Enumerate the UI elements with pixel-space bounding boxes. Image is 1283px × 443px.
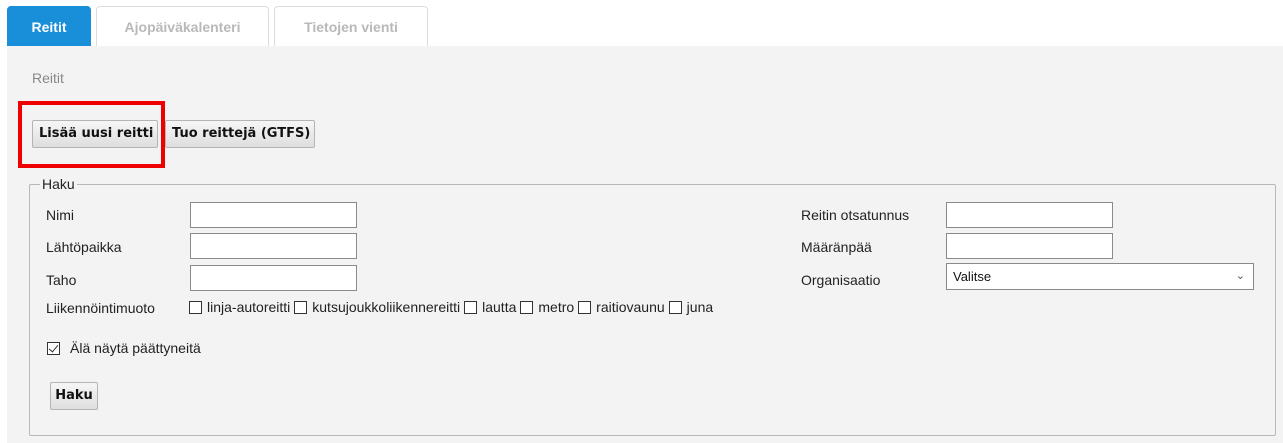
checkbox-metro[interactable]: [520, 300, 534, 314]
mode-label-linja-autoreitti: linja-autoreitti: [207, 299, 291, 315]
organisation-label: Organisaatio: [801, 272, 881, 288]
transport-mode-label: Liikennöintimuoto: [46, 300, 155, 316]
origin-input[interactable]: [190, 233, 357, 259]
mode-label-juna: juna: [686, 299, 714, 315]
search-legend: Haku: [40, 175, 77, 193]
checkbox-raitiovaunu[interactable]: [578, 300, 592, 314]
add-route-button[interactable]: Lisää uusi reitti: [32, 120, 158, 148]
party-label: Taho: [46, 272, 77, 288]
organisation-select[interactable]: Valitse ⌄: [946, 263, 1254, 290]
route-header-label: Reitin otsatunnus: [801, 207, 910, 223]
name-input[interactable]: [190, 202, 357, 228]
hide-ended-label: Älä näytä päättyneitä: [70, 340, 201, 356]
checkbox-juna[interactable]: [668, 300, 682, 314]
tab-tietojen-vienti[interactable]: Tietojen vienti: [274, 6, 428, 46]
hide-ended-checkbox[interactable]: [47, 341, 60, 355]
tab-ajopaivakalenteri[interactable]: Ajopäiväkalenteri: [96, 6, 269, 46]
checkbox-linja-autoreitti[interactable]: [189, 300, 202, 314]
checkbox-kutsujoukkoliikennereitti[interactable]: [294, 300, 308, 314]
name-label: Nimi: [46, 207, 74, 223]
destination-input[interactable]: [946, 233, 1113, 259]
mode-label-raitiovaunu: raitiovaunu: [596, 299, 665, 315]
organisation-selected-value: Valitse: [953, 269, 992, 284]
destination-label: Määränpää: [801, 239, 872, 255]
mode-label-metro: metro: [538, 299, 575, 315]
mode-label-kutsujoukkoliikennereitti: kutsujoukkoliikennereitti: [312, 299, 461, 315]
transport-mode-options: linja-autoreitti kutsujoukkoliikennereit…: [188, 297, 716, 317]
chevron-down-icon: ⌄: [1235, 270, 1245, 282]
hide-ended-row: Älä näytä päättyneitä: [46, 339, 201, 357]
tab-bar: Reitit Ajopäiväkalenteri Tietojen vienti: [0, 0, 1283, 46]
route-header-input[interactable]: [946, 202, 1113, 228]
origin-label: Lähtöpaikka: [46, 239, 122, 255]
tab-reitit[interactable]: Reitit: [7, 6, 91, 46]
breadcrumb: Reitit: [32, 70, 64, 86]
mode-label-lautta: lautta: [482, 299, 517, 315]
import-gtfs-button[interactable]: Tuo reittejä (GTFS): [165, 120, 315, 148]
checkbox-lautta[interactable]: [464, 300, 478, 314]
party-input[interactable]: [190, 265, 357, 291]
search-button[interactable]: Haku: [50, 382, 98, 410]
